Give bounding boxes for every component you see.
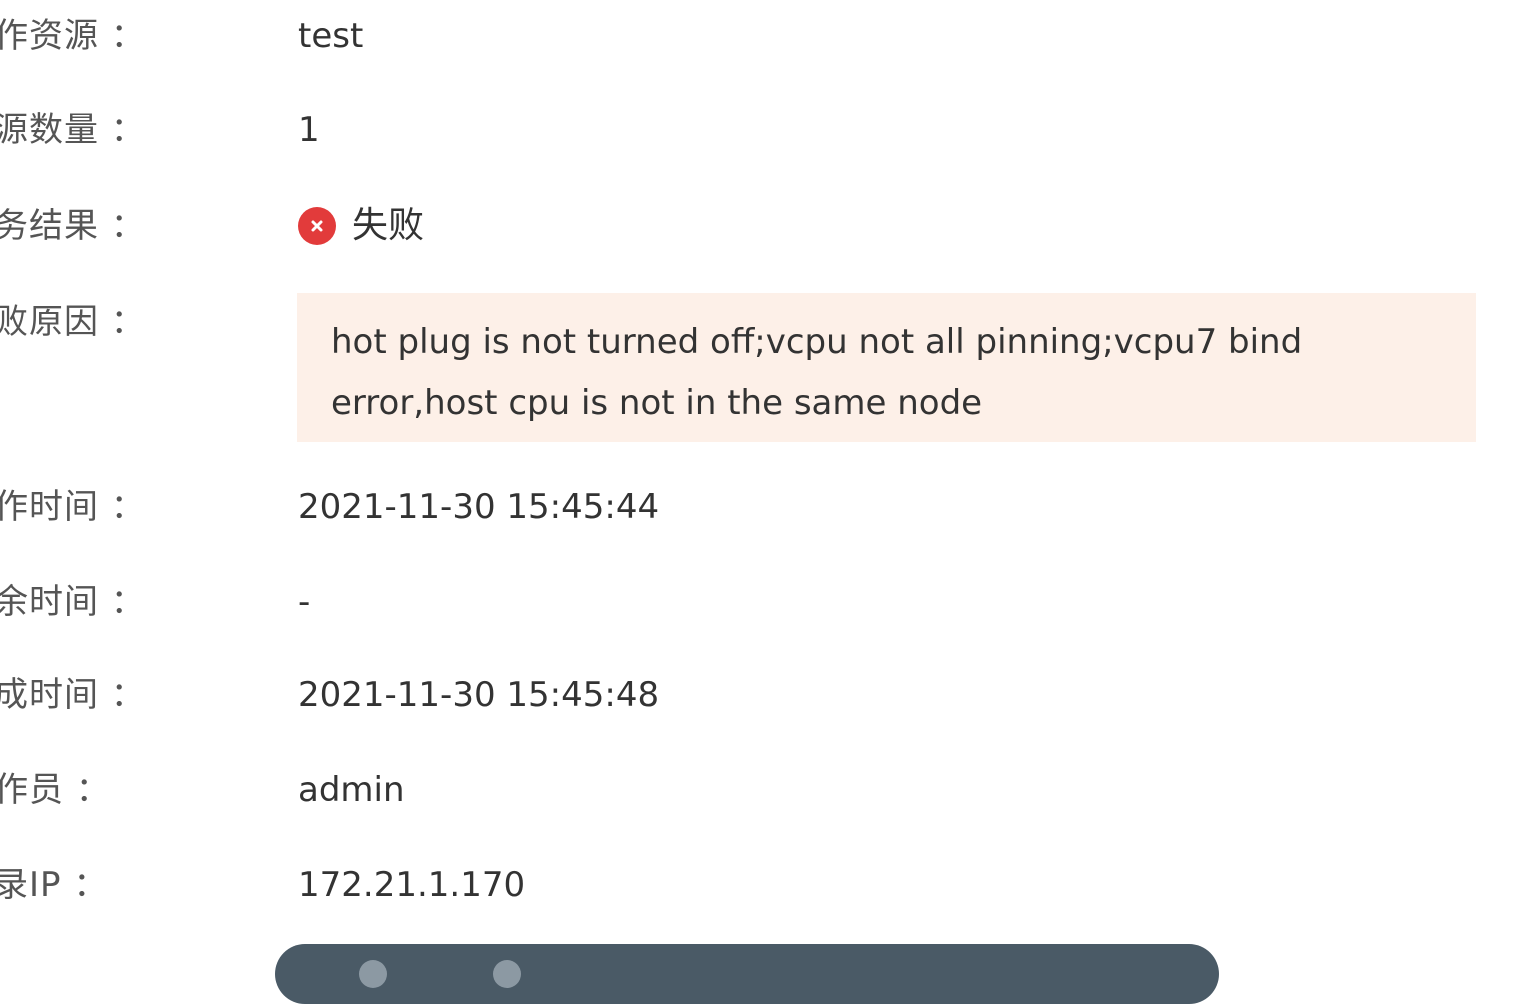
field-value-completion-time: 2021-11-30 15:45:48 xyxy=(298,675,660,715)
field-value-remaining-time: - xyxy=(298,582,311,622)
field-label-resource: 作资源 ： xyxy=(0,16,146,56)
status-text: 失败 xyxy=(352,205,425,246)
field-label-operator: 作员 ： xyxy=(0,770,111,810)
field-label-failure-reason: 败原因 ： xyxy=(0,302,146,342)
field-value-login-ip: 172.21.1.170 xyxy=(298,865,526,905)
field-label-login-ip: 录IP ： xyxy=(0,865,109,905)
circle-button-icon[interactable] xyxy=(493,960,521,988)
field-value-resource-count: 1 xyxy=(298,110,320,150)
field-label-remaining-time: 余时间 ： xyxy=(0,582,146,622)
field-label-resource-count: 源数量 ： xyxy=(0,110,146,150)
circle-button-icon[interactable] xyxy=(359,960,387,988)
status-badge: 失败 xyxy=(298,204,424,248)
close-circle-icon xyxy=(298,207,336,245)
failure-reason-box: hot plug is not turned off;vcpu not all … xyxy=(297,293,1476,442)
field-label-completion-time: 成时间 ： xyxy=(0,675,146,715)
field-label-task-result: 务结果 ： xyxy=(0,206,146,246)
field-value-operation-time: 2021-11-30 15:45:44 xyxy=(298,487,660,527)
field-label-operation-time: 作时间 ： xyxy=(0,487,146,527)
field-value-resource: test xyxy=(298,16,364,56)
field-value-operator: admin xyxy=(298,770,405,810)
bottom-toolbar xyxy=(275,944,1219,1004)
